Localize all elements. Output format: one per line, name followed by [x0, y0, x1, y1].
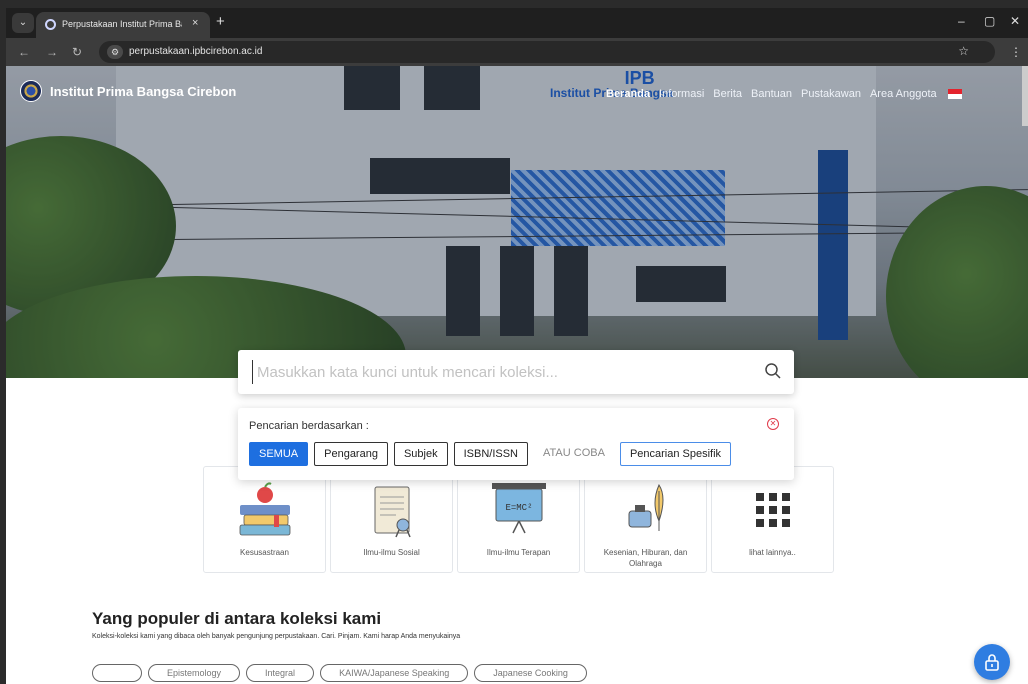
- category-card[interactable]: Kesenian, Hiburan, dan Olahraga: [584, 466, 707, 573]
- url-text: perpustakaan.ipbcirebon.ac.id: [129, 46, 263, 57]
- window-close-icon[interactable]: ✕: [1010, 14, 1020, 28]
- site-info-icon[interactable]: ⚙: [107, 45, 123, 59]
- tab-search-icon[interactable]: ⌄: [12, 13, 34, 33]
- tab-bar: ⌄ Perpustakaan Institut Prima Bangsa Cir…: [6, 8, 1028, 38]
- category-card[interactable]: Ilmu-ilmu Sosial: [330, 466, 453, 573]
- specific-search-button[interactable]: Pencarian Spesifik: [619, 442, 732, 466]
- back-icon[interactable]: ←: [18, 45, 30, 59]
- tab-title: Perpustakaan Institut Prima Bangsa Cireb…: [62, 19, 182, 29]
- member-login-button[interactable]: [974, 644, 1010, 680]
- category-label: Kesenian, Hiburan, dan Olahraga: [603, 548, 688, 568]
- category-label: Kesusastraan: [240, 548, 289, 557]
- category-label: Ilmu-ilmu Terapan: [486, 548, 551, 557]
- topic-chip[interactable]: [92, 664, 142, 682]
- minimize-icon[interactable]: –: [958, 14, 965, 28]
- popular-title: Yang populer di antara koleksi kami: [92, 609, 382, 628]
- category-label: Ilmu-ilmu Sosial: [363, 548, 420, 557]
- certificate-icon: [374, 486, 411, 538]
- ink-quill-icon: [628, 483, 664, 531]
- main-nav: Beranda Informasi Berita Bantuan Pustaka…: [606, 88, 962, 100]
- category-card[interactable]: E=MC² Ilmu-ilmu Terapan: [457, 466, 580, 573]
- topic-chip[interactable]: Integral: [246, 664, 315, 682]
- site-brand[interactable]: Institut Prima Bangsa Cirebon: [20, 80, 236, 102]
- nav-berita[interactable]: Berita: [713, 88, 742, 100]
- close-tab-icon[interactable]: ×: [192, 17, 198, 29]
- topic-chip[interactable]: Japanese Cooking: [474, 664, 587, 682]
- filter-all-button[interactable]: SEMUA: [249, 442, 309, 466]
- filter-label: Pencarian berdasarkan :: [249, 420, 369, 432]
- popular-chips: Epistemology Integral KAIWA/Japanese Spe…: [92, 664, 593, 682]
- site-name: Institut Prima Bangsa Cirebon: [50, 83, 237, 99]
- lock-icon: [985, 654, 999, 671]
- new-tab-button[interactable]: +: [216, 13, 225, 30]
- topic-chip[interactable]: Epistemology: [148, 664, 241, 682]
- browser-menu-icon[interactable]: ⋮: [1010, 45, 1022, 59]
- category-card[interactable]: lihat lainnya..: [711, 466, 834, 573]
- category-grid: Kesusastraan Ilmu-ilmu Sosial E=MC² Ilmu…: [203, 466, 838, 573]
- filter-isbn-button[interactable]: ISBN/ISSN: [453, 442, 528, 466]
- board-formula: E=MC²: [505, 503, 532, 513]
- browser-tab[interactable]: Perpustakaan Institut Prima Bangsa Cireb…: [36, 12, 210, 38]
- search-input[interactable]: [252, 360, 732, 384]
- ipb-logo-icon: [20, 80, 42, 102]
- close-icon[interactable]: ✕: [767, 418, 779, 430]
- url-field[interactable]: ⚙ perpustakaan.ipbcirebon.ac.id ☆: [99, 41, 995, 63]
- grid-icon: [756, 493, 790, 527]
- nav-pustakawan[interactable]: Pustakawan: [801, 88, 861, 100]
- favicon-icon: [45, 19, 56, 30]
- search-icon[interactable]: [764, 362, 782, 380]
- language-flag-icon[interactable]: [947, 89, 962, 99]
- nav-area-anggota[interactable]: Area Anggota: [870, 88, 937, 100]
- maximize-icon[interactable]: ▢: [984, 14, 995, 28]
- filter-buttons: SEMUA Pengarang Subjek ISBN/ISSN ATAU CO…: [249, 442, 737, 466]
- category-label: lihat lainnya..: [749, 548, 796, 557]
- search-filter-panel: Pencarian berdasarkan : ✕ SEMUA Pengaran…: [238, 408, 794, 480]
- search-box: [238, 350, 794, 394]
- topic-chip[interactable]: KAIWA/Japanese Speaking: [320, 664, 469, 682]
- filter-author-button[interactable]: Pengarang: [314, 442, 388, 466]
- blackboard-icon: E=MC²: [492, 483, 546, 534]
- nav-beranda[interactable]: Beranda: [606, 88, 650, 100]
- sign-big: IPB: [624, 68, 655, 88]
- books-apple-icon: [239, 482, 291, 536]
- scrollbar[interactable]: [1022, 66, 1028, 126]
- forward-icon[interactable]: →: [46, 45, 58, 59]
- nav-informasi[interactable]: Informasi: [659, 88, 704, 100]
- nav-bantuan[interactable]: Bantuan: [751, 88, 792, 100]
- hero-banner: [6, 66, 1028, 378]
- category-card[interactable]: Kesusastraan: [203, 466, 326, 573]
- popular-subtitle: Koleksi-koleksi kami yang dibaca oleh ba…: [92, 633, 461, 640]
- or-label: ATAU COBA: [534, 442, 614, 466]
- filter-subject-button[interactable]: Subjek: [393, 442, 448, 466]
- browser-window: ⌄ Perpustakaan Institut Prima Bangsa Cir…: [6, 8, 1028, 684]
- bookmark-star-icon[interactable]: ☆: [958, 44, 969, 58]
- reload-icon[interactable]: ↻: [72, 45, 82, 59]
- address-bar: ← → ↻ ⚙ perpustakaan.ipbcirebon.ac.id ☆ …: [6, 38, 1028, 66]
